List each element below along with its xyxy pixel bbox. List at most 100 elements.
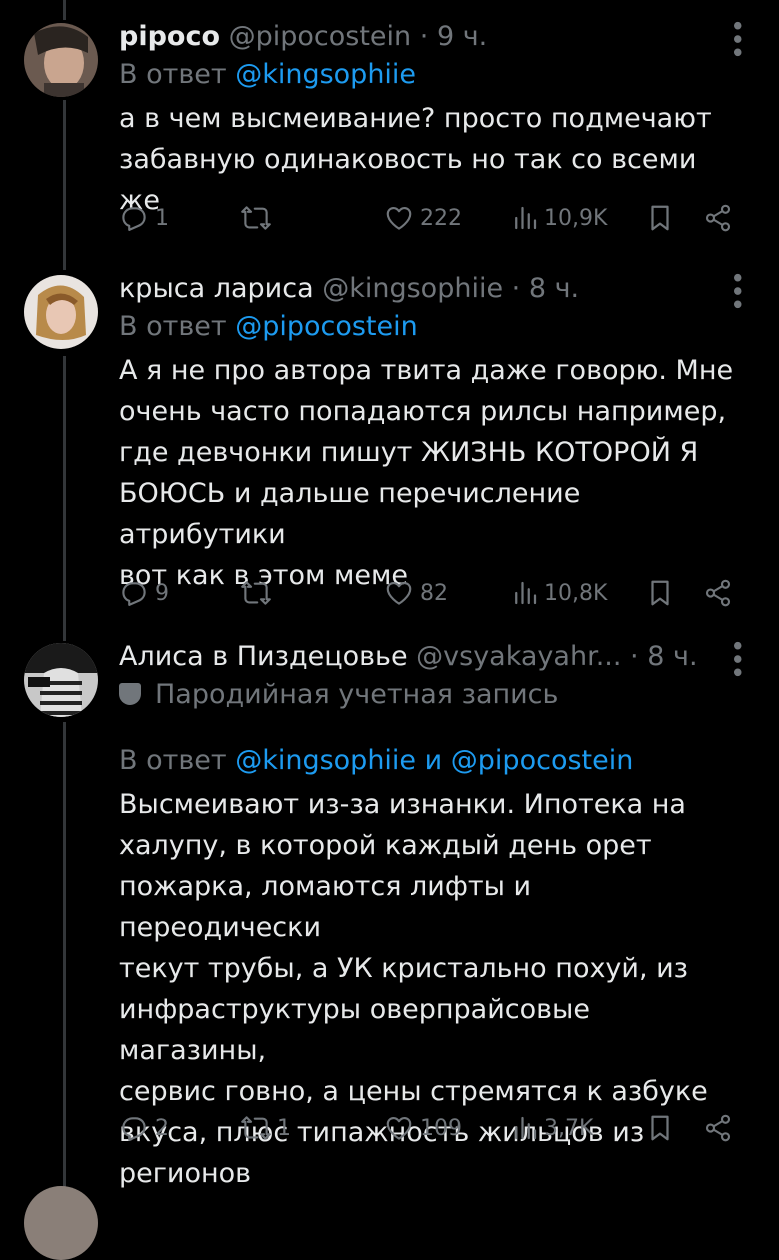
views-button[interactable]: 3,7K bbox=[512, 1108, 593, 1148]
tweet[interactable]: Алиса в Пиздецовье @vsyakayahr... · 8 ч.… bbox=[0, 638, 779, 1189]
reply-count: 1 bbox=[155, 205, 169, 231]
tweet-header: крыса лариса @kingsophiie · 8 ч. ••• bbox=[119, 270, 751, 310]
views-icon bbox=[515, 1116, 537, 1140]
like-icon bbox=[386, 1116, 412, 1140]
repost-icon bbox=[241, 581, 271, 605]
reply-conjunction: и bbox=[424, 745, 443, 776]
text-line: текут трубы, а УК кристально похуй, из bbox=[119, 953, 689, 984]
tweet[interactable]: крыса лариса @kingsophiie · 8 ч. ••• В о… bbox=[0, 270, 779, 640]
more-icon[interactable]: ••• bbox=[721, 270, 751, 310]
mention-link[interactable]: @pipocostein bbox=[235, 311, 418, 342]
reply-count: 2 bbox=[155, 1115, 169, 1141]
bookmark-icon bbox=[651, 205, 669, 231]
dot-separator: · bbox=[630, 641, 639, 672]
reply-button[interactable]: 2 bbox=[119, 1108, 169, 1148]
reply-button[interactable]: 9 bbox=[119, 573, 169, 613]
handle[interactable]: @vsyakayahr... bbox=[416, 641, 621, 672]
tweet-content: pipoco @pipocostein · 9 ч. ••• В ответ @… bbox=[119, 18, 751, 221]
timestamp[interactable]: 8 ч. bbox=[529, 273, 579, 304]
action-bar: 9 82 10,8K bbox=[119, 573, 739, 613]
reply-to: В ответ @kingsophiie и @pipocostein bbox=[119, 742, 739, 780]
views-button[interactable]: 10,8K bbox=[512, 573, 607, 613]
repost-button[interactable] bbox=[241, 573, 277, 613]
repost-count: 1 bbox=[277, 1115, 291, 1141]
action-bar: 2 1 109 3,7K bbox=[119, 1108, 739, 1148]
reply-prefix: В ответ bbox=[119, 59, 227, 90]
avatar-image bbox=[24, 23, 98, 97]
tweet-header: Алиса в Пиздецовье @vsyakayahr... · 8 ч.… bbox=[119, 638, 751, 678]
mention-link[interactable]: @kingsophiie bbox=[235, 59, 416, 90]
views-button[interactable]: 10,9K bbox=[512, 198, 607, 238]
avatar-image bbox=[24, 643, 98, 717]
like-button[interactable]: 109 bbox=[384, 1108, 462, 1148]
avatar[interactable] bbox=[24, 23, 98, 97]
handle[interactable]: @pipocostein bbox=[229, 21, 412, 52]
reply-icon bbox=[122, 207, 146, 231]
repost-icon bbox=[241, 206, 271, 230]
share-icon bbox=[705, 1114, 731, 1142]
parody-mask-icon bbox=[119, 683, 141, 705]
tweet[interactable]: pipoco @pipocostein · 9 ч. ••• В ответ @… bbox=[0, 18, 779, 258]
repost-button[interactable]: 1 bbox=[241, 1108, 291, 1148]
avatar[interactable] bbox=[24, 1186, 98, 1260]
avatar-image bbox=[24, 275, 98, 349]
reply-prefix: В ответ bbox=[119, 311, 227, 342]
display-name[interactable]: pipoco bbox=[119, 21, 220, 52]
text-line: БОЮСЬ и дальше перечисление атрибутики bbox=[119, 478, 581, 550]
reply-button[interactable]: 1 bbox=[119, 198, 169, 238]
text-line: очень часто попадаются рилсы например, bbox=[119, 396, 727, 427]
bookmark-icon bbox=[651, 1115, 669, 1141]
repost-button[interactable] bbox=[241, 198, 277, 238]
views-count: 3,7K bbox=[544, 1115, 594, 1141]
share-icon bbox=[705, 204, 731, 232]
display-name[interactable]: Алиса в Пиздецовье bbox=[119, 641, 408, 672]
reply-icon bbox=[122, 1117, 146, 1141]
share-icon bbox=[705, 579, 731, 607]
dot-separator: · bbox=[419, 21, 429, 52]
more-icon[interactable]: ••• bbox=[721, 18, 751, 58]
tweet-content: крыса лариса @kingsophiie · 8 ч. ••• В о… bbox=[119, 270, 751, 596]
reply-to: В ответ @kingsophiie bbox=[119, 56, 739, 94]
handle[interactable]: @kingsophiie bbox=[322, 273, 503, 304]
avatar[interactable] bbox=[24, 643, 98, 717]
more-icon[interactable]: ••• bbox=[721, 638, 751, 678]
tweet-header: pipoco @pipocostein · 9 ч. ••• bbox=[119, 18, 751, 58]
share-button[interactable] bbox=[703, 198, 733, 238]
like-icon bbox=[386, 581, 412, 605]
text-line: инфраструктуры оверпрайсовые магазины, bbox=[119, 994, 590, 1066]
dot-separator: · bbox=[511, 273, 521, 304]
mention-link[interactable]: @pipocostein bbox=[451, 745, 634, 776]
text-line: где девчонки пишут ЖИЗНЬ КОТОРОЙ Я bbox=[119, 437, 699, 468]
repost-icon bbox=[241, 1116, 271, 1140]
bookmark-button[interactable] bbox=[647, 1108, 673, 1148]
views-icon bbox=[515, 581, 537, 605]
like-count: 82 bbox=[420, 580, 448, 606]
views-icon bbox=[515, 206, 537, 230]
views-count: 10,8K bbox=[544, 580, 608, 606]
text-line: А я не про автора твита даже говорю. Мне bbox=[119, 355, 734, 386]
timestamp[interactable]: 9 ч. bbox=[437, 21, 487, 52]
mention-link[interactable]: @kingsophiie bbox=[235, 745, 416, 776]
views-count: 10,9K bbox=[544, 205, 608, 231]
like-count: 222 bbox=[420, 205, 462, 231]
avatar[interactable] bbox=[24, 275, 98, 349]
share-button[interactable] bbox=[703, 573, 733, 613]
timestamp[interactable]: 8 ч. bbox=[647, 641, 697, 672]
like-count: 109 bbox=[420, 1115, 462, 1141]
bookmark-button[interactable] bbox=[647, 198, 673, 238]
reply-prefix: В ответ bbox=[119, 745, 227, 776]
share-button[interactable] bbox=[703, 1108, 733, 1148]
parody-badge: Пародийная учетная запись bbox=[119, 676, 739, 714]
like-button[interactable]: 222 bbox=[384, 198, 462, 238]
bookmark-icon bbox=[651, 580, 669, 606]
text-line: халупу, в которой каждый день орет bbox=[119, 830, 652, 861]
like-button[interactable]: 82 bbox=[384, 573, 448, 613]
text-line: пожарка, ломаются лифты и переодически bbox=[119, 871, 532, 943]
text-line: регионов bbox=[119, 1158, 252, 1189]
like-icon bbox=[386, 206, 412, 230]
parody-label: Пародийная учетная запись bbox=[155, 679, 559, 710]
display-name[interactable]: крыса лариса bbox=[119, 273, 314, 304]
bookmark-button[interactable] bbox=[647, 573, 673, 613]
text-line: сервис говно, а цены стремятся к азбуке bbox=[119, 1076, 708, 1107]
reply-count: 9 bbox=[155, 580, 169, 606]
